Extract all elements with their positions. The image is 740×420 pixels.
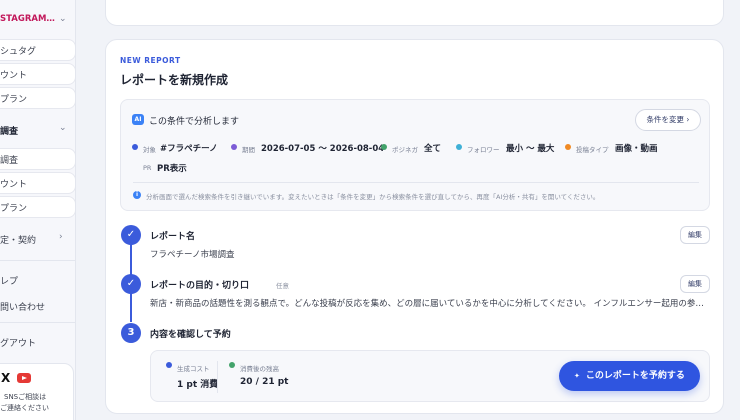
filter-label: 対象 bbox=[143, 146, 156, 154]
chevron-down-icon[interactable]: ⌄ bbox=[59, 123, 67, 133]
sidebar-item-contract[interactable]: 定・契約 bbox=[0, 233, 36, 246]
youtube-icon[interactable] bbox=[17, 373, 31, 383]
sidebar-section-instagram[interactable]: STAGRAM… bbox=[0, 14, 55, 24]
edit-report-name-button[interactable]: 編集 bbox=[680, 226, 710, 244]
info-icon: i bbox=[133, 191, 141, 199]
filter-label: 期間 bbox=[242, 146, 255, 154]
filter-value: 2026-07-05 〜 2026-08-04 bbox=[261, 144, 385, 154]
divider bbox=[217, 361, 218, 393]
filter-label: ポジネガ bbox=[392, 146, 418, 154]
filter-value: 画像・動画 bbox=[615, 144, 658, 154]
social-text: ご連絡ください bbox=[0, 404, 49, 412]
divider bbox=[133, 182, 699, 183]
chevron-down-icon[interactable]: ⌄ bbox=[59, 14, 67, 24]
eyebrow-label: NEW REPORT bbox=[120, 56, 181, 65]
edit-purpose-button[interactable]: 編集 bbox=[680, 275, 710, 293]
balance-dot bbox=[229, 362, 235, 368]
balance-value: 20 / 21 pt bbox=[240, 377, 289, 387]
sidebar-item-label: ウント bbox=[0, 180, 28, 190]
new-report-card: NEW REPORT レポートを新規作成 AI この条件で分析します 条件を変更… bbox=[105, 39, 724, 414]
filter-value: #フラペチーノ bbox=[160, 144, 218, 154]
filter-value: 最小 〜 最大 bbox=[506, 144, 555, 154]
filter-label: 投稿タイプ bbox=[576, 146, 609, 154]
optional-label: 任意 bbox=[276, 282, 289, 290]
chevron-right-icon[interactable]: › bbox=[59, 232, 63, 242]
purpose-value: 新店・新商品の話題性を測る観点で。どんな投稿が反応を集め、どの層に届いているかを… bbox=[150, 299, 704, 309]
step-title: レポート名 bbox=[150, 232, 196, 242]
page-title: レポートを新規作成 bbox=[120, 73, 229, 87]
cost-dot bbox=[166, 362, 172, 368]
sidebar-item-label: プラン bbox=[0, 95, 28, 105]
sidebar-divider bbox=[0, 322, 75, 323]
filter-dot bbox=[231, 144, 237, 150]
filter-dot bbox=[132, 144, 138, 150]
cost-value: 1 pt 消費 bbox=[177, 380, 219, 390]
cost-label: 生成コスト bbox=[177, 365, 210, 373]
sidebar-item-label: プラン bbox=[0, 204, 28, 214]
filter-value: 全て bbox=[424, 144, 442, 154]
sidebar-divider bbox=[0, 260, 75, 261]
conditions-note: 分析画面で選んだ検索条件を引き継いでいます。変えたいときは「条件を変更」から検索… bbox=[146, 193, 600, 201]
reserve-button-label: このレポートを予約する bbox=[585, 371, 685, 381]
reserve-report-button[interactable]: ✦ このレポートを予約する bbox=[559, 361, 700, 391]
sidebar-section-survey[interactable]: 調査 bbox=[0, 124, 18, 137]
filter-label: フォロワー bbox=[467, 146, 500, 154]
ai-badge-icon: AI bbox=[132, 114, 144, 125]
social-text: SNSご相談は bbox=[4, 393, 47, 401]
conditions-heading: この条件で分析します bbox=[149, 117, 240, 127]
change-conditions-button[interactable]: 条件を変更 › bbox=[635, 109, 701, 131]
pr-label: PR bbox=[143, 164, 152, 172]
sidebar-item-logout[interactable]: グアウト bbox=[0, 336, 36, 349]
step-title: レポートの目的・切り口 bbox=[150, 281, 250, 291]
sidebar-item-label: シュタグ bbox=[0, 47, 37, 57]
conditions-panel: AI この条件で分析します 条件を変更 › 対象 #フラペチーノ 期間 2026… bbox=[120, 99, 710, 211]
sidebar-item-label: ウント bbox=[0, 71, 28, 81]
confirm-panel: 生成コスト 1 pt 消費 消費後の残高 20 / 21 pt ✦ このレポートを… bbox=[150, 350, 710, 402]
sidebar-item-label: 調査 bbox=[0, 156, 19, 166]
step-title: 内容を確認して予約 bbox=[150, 330, 231, 340]
report-name-value: フラペチーノ市場調査 bbox=[150, 250, 235, 260]
x-logo-icon[interactable]: X bbox=[1, 371, 10, 385]
sidebar-item-contact[interactable]: 問い合わせ bbox=[0, 300, 45, 313]
filter-dot bbox=[381, 144, 387, 150]
step-number: 3 bbox=[121, 323, 141, 343]
balance-label: 消費後の残高 bbox=[240, 365, 279, 373]
filter-dot bbox=[456, 144, 462, 150]
step-check-icon: ✓ bbox=[121, 225, 141, 245]
summary-card: 21 pt 1 件 bbox=[105, 0, 724, 26]
pr-value: PR表示 bbox=[157, 164, 187, 174]
step-check-icon: ✓ bbox=[121, 274, 141, 294]
sparkle-icon: ✦ bbox=[574, 372, 580, 380]
filter-dot bbox=[565, 144, 571, 150]
sidebar: STAGRAM… ⌄ シュタグ ウント プラン 調査 ⌄ 調査 ウント プラン … bbox=[0, 0, 76, 420]
sidebar-item-help[interactable]: レプ bbox=[0, 274, 18, 287]
